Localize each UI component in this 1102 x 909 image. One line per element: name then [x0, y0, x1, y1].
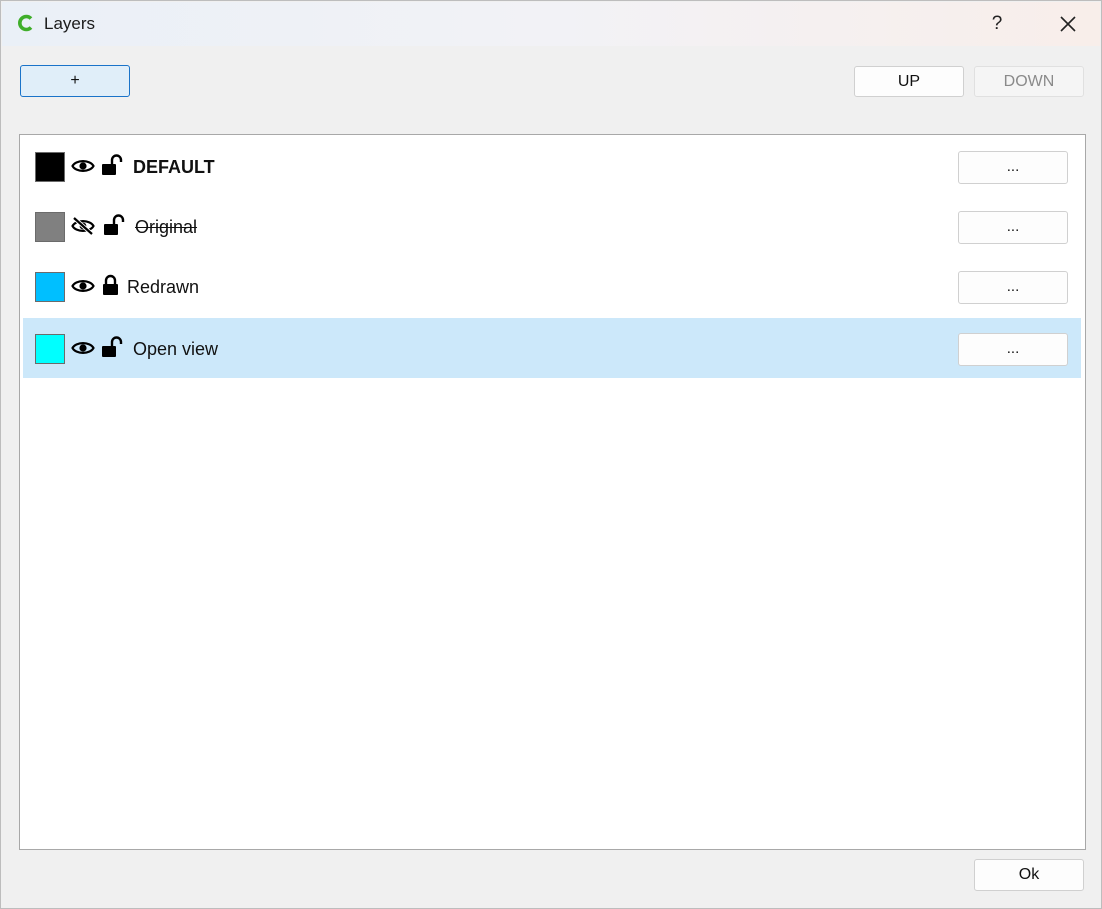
layer-row-original[interactable]: Original ...: [23, 196, 1081, 256]
layer-options-button[interactable]: ...: [958, 151, 1068, 184]
move-down-button[interactable]: DOWN: [974, 66, 1084, 97]
app-logo-icon: [18, 14, 33, 32]
window-title: Layers: [44, 14, 96, 33]
layer-options-button[interactable]: ...: [958, 211, 1068, 244]
layer-name: Redrawn: [127, 277, 200, 297]
layer-name: Original: [135, 217, 198, 237]
title-bar: Layers ?: [2, 2, 1100, 46]
close-button[interactable]: [1048, 8, 1088, 40]
layer-row-default[interactable]: DEFAULT ...: [23, 136, 1081, 196]
layer-name: Open view: [133, 339, 219, 359]
move-up-button[interactable]: UP: [854, 66, 964, 97]
layer-options-button[interactable]: ...: [958, 333, 1068, 366]
layer-options-button[interactable]: ...: [958, 271, 1068, 304]
eye-icon[interactable]: [71, 339, 95, 357]
layers-dialog: Layers ? + UP DOWN DEFAULT ... Original …: [0, 0, 1102, 909]
add-layer-button[interactable]: +: [20, 65, 130, 97]
layer-name: DEFAULT: [133, 157, 215, 177]
layer-row-redrawn[interactable]: Redrawn ...: [23, 256, 1081, 316]
layer-color-swatch[interactable]: [35, 334, 65, 364]
close-icon: [1060, 16, 1076, 32]
layer-color-swatch[interactable]: [35, 152, 65, 182]
unlock-icon[interactable]: [101, 336, 125, 358]
unlock-icon[interactable]: [101, 154, 125, 176]
eye-off-icon[interactable]: [71, 217, 95, 235]
lock-icon[interactable]: [99, 274, 123, 296]
eye-icon[interactable]: [71, 157, 95, 175]
layer-color-swatch[interactable]: [35, 212, 65, 242]
layer-row-open-view[interactable]: Open view ...: [23, 318, 1081, 378]
help-button[interactable]: ?: [982, 8, 1012, 40]
unlock-icon[interactable]: [103, 214, 127, 236]
layer-color-swatch[interactable]: [35, 272, 65, 302]
eye-icon[interactable]: [71, 277, 95, 295]
ok-button[interactable]: Ok: [974, 859, 1084, 891]
layer-list[interactable]: DEFAULT ... Original ... Redrawn ... Ope…: [19, 134, 1086, 850]
